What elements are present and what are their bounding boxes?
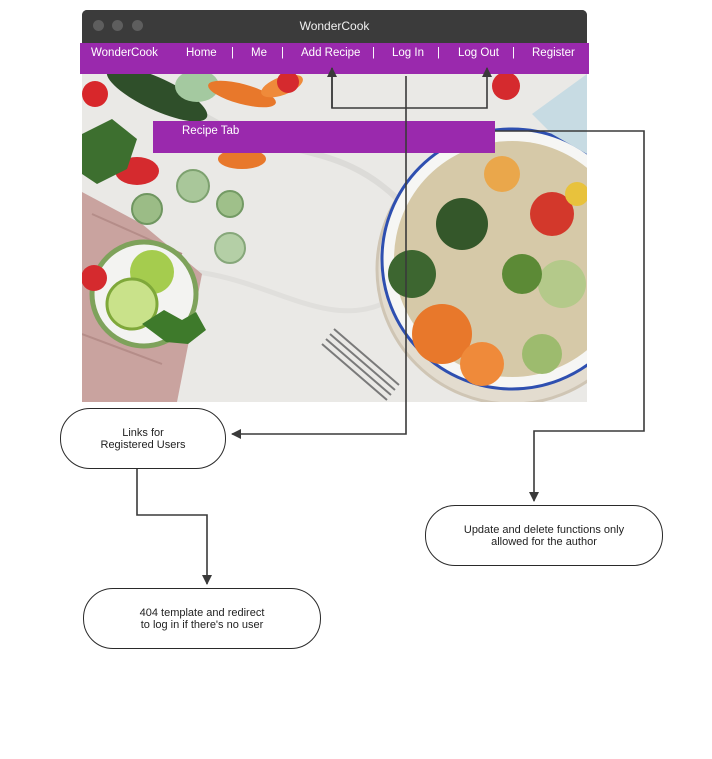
connector-404 xyxy=(136,469,212,585)
not-found-note: 404 template and redirect to log in if t… xyxy=(83,588,321,649)
connector-author-only xyxy=(495,130,645,502)
auth-links-bracket xyxy=(331,67,492,109)
registered-users-note: Links for Registered Users xyxy=(60,408,226,469)
author-only-note: Update and delete functions only allowed… xyxy=(425,505,663,566)
connector-registered-users xyxy=(231,76,407,439)
author-only-note-text: Update and delete functions only allowed… xyxy=(463,523,625,548)
not-found-note-text: 404 template and redirect to log in if t… xyxy=(139,606,265,631)
registered-users-note-text: Links for Registered Users xyxy=(100,426,186,451)
